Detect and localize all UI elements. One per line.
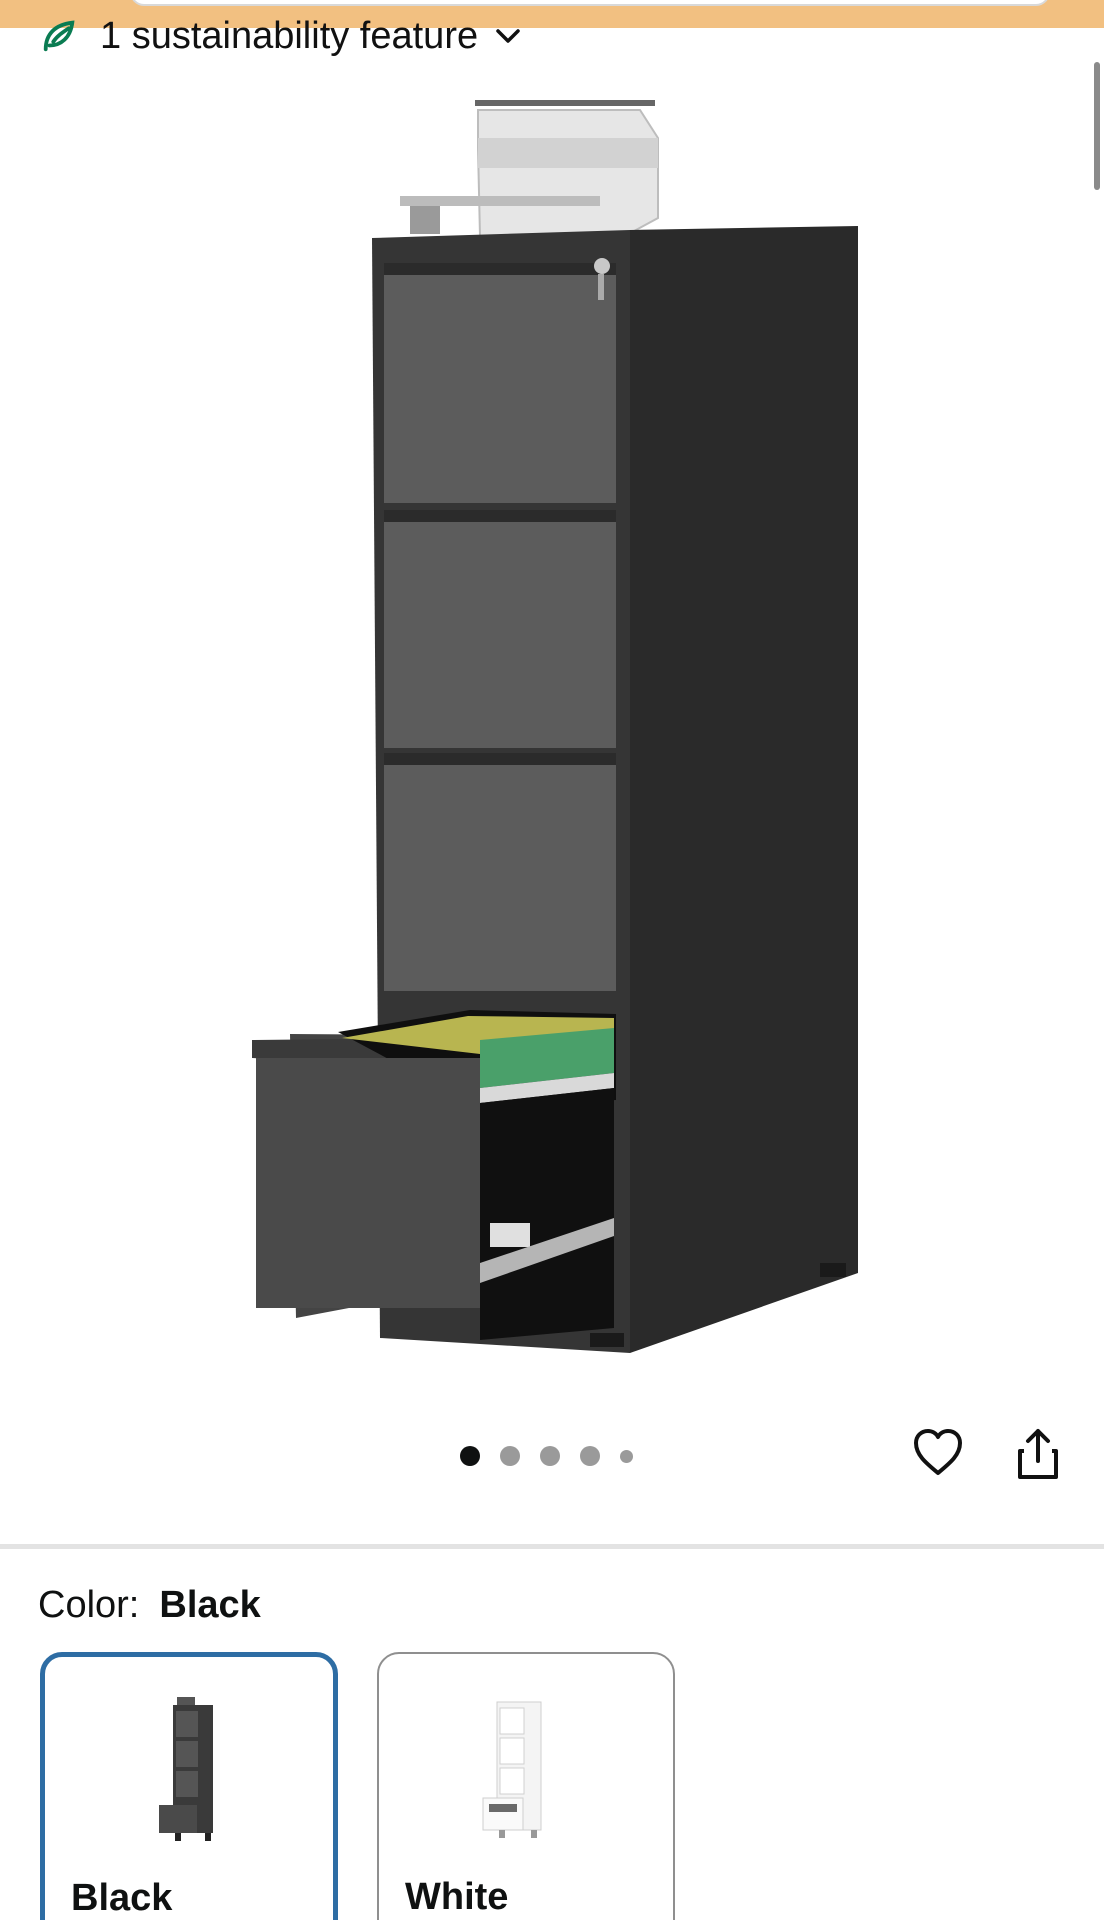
section-divider <box>0 1544 1104 1549</box>
carousel-dot-2[interactable] <box>500 1446 520 1466</box>
white-cabinet-thumbnail <box>482 1701 542 1838</box>
share-icon[interactable] <box>1014 1425 1062 1483</box>
color-label: Color: <box>38 1584 140 1626</box>
color-option-black[interactable]: Black <box>40 1652 338 1920</box>
color-option-white[interactable]: White <box>377 1652 675 1920</box>
sustainability-feature-toggle[interactable]: 1 sustainability feature <box>40 14 524 58</box>
search-bar-edge[interactable] <box>130 0 1050 6</box>
sustainability-leaf-icon <box>43 20 75 52</box>
sustainability-label: 1 sustainability feature <box>100 14 479 57</box>
color-selector-heading: Color: Black <box>38 1584 261 1627</box>
color-option-label: White <box>405 1876 509 1918</box>
carousel-indicator[interactable] <box>460 1446 653 1466</box>
carousel-dot-4[interactable] <box>580 1446 600 1466</box>
carousel-dot-1[interactable] <box>460 1446 480 1466</box>
color-option-label: Black <box>71 1877 173 1919</box>
heart-icon[interactable] <box>910 1425 966 1481</box>
scrollbar[interactable] <box>1094 62 1100 190</box>
selected-color-value: Black <box>159 1584 261 1626</box>
chevron-down-icon <box>496 29 520 43</box>
carousel-dot-5[interactable] <box>620 1449 633 1463</box>
black-cabinet-thumbnail <box>159 1697 213 1841</box>
carousel-dot-3[interactable] <box>540 1446 560 1466</box>
product-image[interactable] <box>230 88 870 1358</box>
